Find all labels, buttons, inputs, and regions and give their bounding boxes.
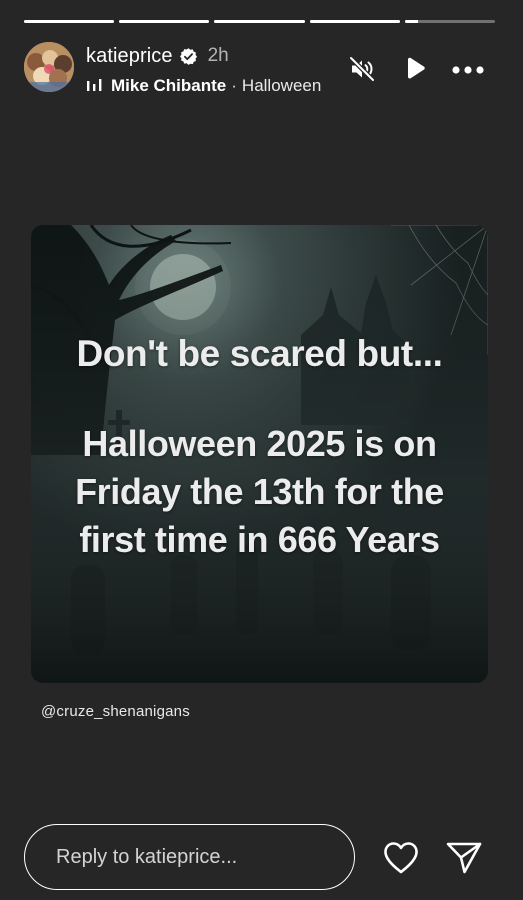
reply-input[interactable]: Reply to katieprice... (24, 824, 355, 890)
music-attribution[interactable]: Mike Chibante · Halloween (86, 75, 346, 97)
more-dots-icon (451, 62, 485, 80)
story-body: Halloween 2025 is on Friday the 13th for… (75, 423, 444, 560)
progress-segment (309, 20, 400, 23)
mute-toggle-button[interactable] (347, 55, 377, 88)
progress-segment-current (404, 20, 496, 23)
user-row: katieprice 2h (86, 44, 229, 68)
like-button[interactable] (382, 840, 420, 876)
progress-segment (24, 20, 115, 23)
story-controls (347, 55, 485, 88)
play-button[interactable] (400, 56, 430, 86)
progress-segment (214, 20, 305, 23)
heart-icon (382, 842, 420, 880)
username[interactable]: katieprice (86, 45, 173, 68)
play-icon (403, 56, 427, 87)
verified-badge-icon (179, 47, 198, 66)
story-headline: Don't be scared but... (76, 333, 443, 374)
muted-speaker-icon (348, 55, 376, 88)
music-separator: · (231, 76, 237, 95)
progress-segment (119, 20, 210, 23)
post-time: 2h (207, 45, 229, 66)
avatar[interactable] (24, 42, 74, 92)
story-progress-bars (24, 20, 496, 24)
music-artist: Mike Chibante (111, 76, 227, 95)
music-song-title: Halloween (241, 76, 322, 95)
send-icon (445, 842, 483, 880)
story-media[interactable]: Don't be scared but... Halloween 2025 is… (31, 225, 488, 683)
music-bars-icon (86, 78, 102, 94)
more-options-button[interactable] (451, 56, 485, 86)
mention-credit[interactable]: @cruze_shenanigans (41, 703, 190, 720)
story-body-text: Halloween 2025 is on Friday the 13th for… (31, 420, 488, 564)
send-button[interactable] (445, 840, 483, 876)
story-header: katieprice 2h Mike Chibante · Halloween (24, 42, 499, 98)
